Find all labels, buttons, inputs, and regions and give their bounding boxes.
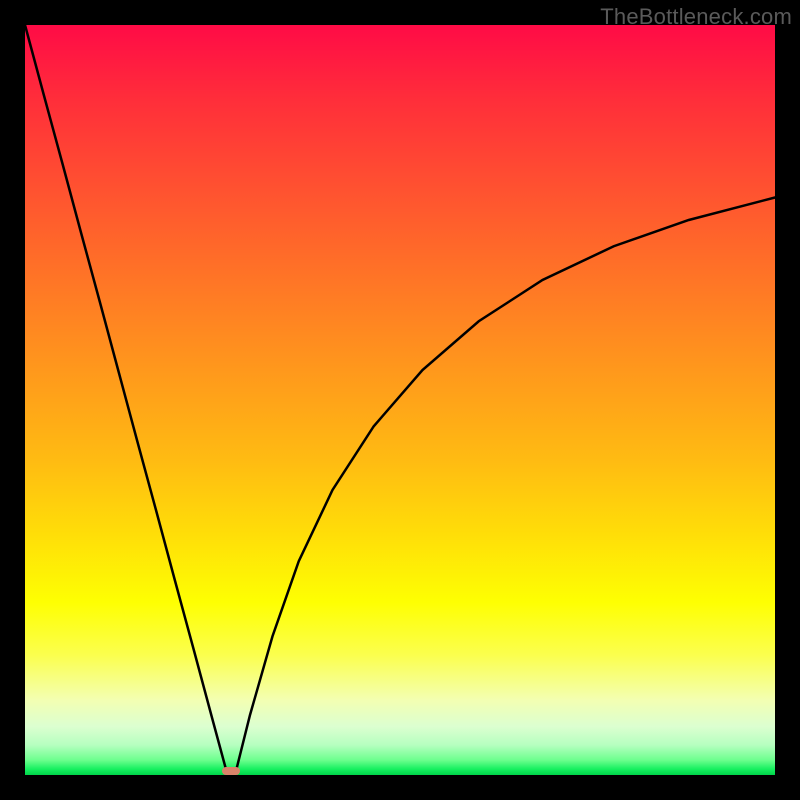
plot-area [25, 25, 775, 775]
left-branch-path [25, 25, 228, 775]
watermark-text: TheBottleneck.com [600, 4, 792, 30]
right-branch-path [235, 198, 775, 776]
minimum-marker [222, 767, 240, 775]
bottleneck-chart: TheBottleneck.com [0, 0, 800, 800]
curve-layer [25, 25, 775, 775]
